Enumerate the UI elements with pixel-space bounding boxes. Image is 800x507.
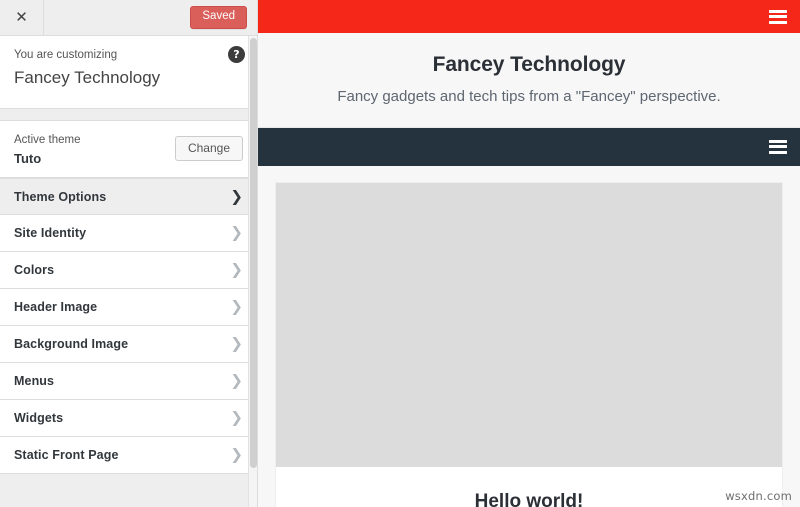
customizer-panel-list: Theme Options ❯ Site Identity ❯ Colors ❯… <box>0 178 257 474</box>
post-entry: Hello world! <box>276 467 782 507</box>
sidebar-item-site-identity[interactable]: Site Identity ❯ <box>0 215 257 252</box>
close-icon: ✕ <box>15 8 28 26</box>
sidebar-scrollbar-thumb[interactable] <box>250 38 257 468</box>
sidebar-item-menus[interactable]: Menus ❯ <box>0 363 257 400</box>
active-theme-text: Active theme Tuto <box>14 132 175 168</box>
sidebar-item-label: Site Identity <box>14 226 87 240</box>
site-preview: Fancey Technology Fancy gadgets and tech… <box>258 0 800 507</box>
sidebar-scrollbar[interactable] <box>248 36 257 507</box>
change-theme-button[interactable]: Change <box>174 135 243 161</box>
chevron-right-icon: ❯ <box>230 334 243 353</box>
chevron-right-icon: ❯ <box>230 223 243 242</box>
close-customizer-button[interactable]: ✕ <box>0 0 44 35</box>
customizing-info: You are customizing Fancey Technology ? <box>0 36 257 109</box>
sidebar-item-label: Menus <box>14 374 55 388</box>
help-icon[interactable]: ? <box>228 46 245 63</box>
chevron-right-icon: ❯ <box>230 371 243 390</box>
sidebar-item-label: Header Image <box>14 300 98 314</box>
hamburger-menu-icon[interactable] <box>769 9 787 24</box>
preview-nav-bar <box>258 127 800 166</box>
chevron-right-icon: ❯ <box>230 260 243 279</box>
sidebar-item-background-image[interactable]: Background Image ❯ <box>0 326 257 363</box>
hamburger-bar <box>769 20 787 24</box>
preview-content: Hello world! <box>258 165 800 507</box>
preview-site-tagline: Fancy gadgets and tech tips from a "Fanc… <box>337 88 721 106</box>
hamburger-menu-icon[interactable] <box>769 139 787 154</box>
sidebar-item-widgets[interactable]: Widgets ❯ <box>0 400 257 437</box>
sidebar-item-label: Colors <box>14 263 55 277</box>
chevron-right-icon: ❯ <box>230 445 243 464</box>
sidebar-item-label: Static Front Page <box>14 448 119 462</box>
hamburger-bar <box>769 145 787 149</box>
sidebar-spacer <box>0 109 257 120</box>
sidebar-item-colors[interactable]: Colors ❯ <box>0 252 257 289</box>
hamburger-bar <box>769 9 787 13</box>
active-theme-name: Tuto <box>14 151 42 167</box>
featured-image-placeholder <box>276 182 782 467</box>
header-spacer <box>44 0 190 35</box>
customizing-site-title: Fancey Technology <box>14 68 161 88</box>
customizer-screen: ✕ Saved You are customizing Fancey Techn… <box>0 0 800 507</box>
chevron-right-icon: ❯ <box>230 297 243 316</box>
post-card: Hello world! <box>275 181 783 507</box>
active-theme-label: Active theme <box>14 134 81 146</box>
save-button[interactable]: Saved <box>190 6 247 29</box>
sidebar-item-label: Background Image <box>14 337 129 351</box>
customizing-eyebrow: You are customizing <box>14 49 118 61</box>
hamburger-bar <box>769 15 787 18</box>
preview-top-bar <box>258 0 800 33</box>
customizer-sidebar: ✕ Saved You are customizing Fancey Techn… <box>0 0 258 507</box>
chevron-right-icon: ❯ <box>230 408 243 427</box>
sidebar-item-theme-options[interactable]: Theme Options ❯ <box>0 178 257 215</box>
active-theme-section: Active theme Tuto Change <box>0 120 257 178</box>
sidebar-item-label: Theme Options <box>14 189 107 204</box>
hamburger-bar <box>769 150 787 154</box>
sidebar-item-label: Widgets <box>14 411 64 425</box>
customizer-header: ✕ Saved <box>0 0 257 36</box>
chevron-right-icon: ❯ <box>230 187 243 205</box>
sidebar-item-static-front-page[interactable]: Static Front Page ❯ <box>0 437 257 474</box>
post-title[interactable]: Hello world! <box>296 491 762 507</box>
preview-site-title: Fancey Technology <box>432 53 626 76</box>
sidebar-item-header-image[interactable]: Header Image ❯ <box>0 289 257 326</box>
watermark: wsxdn.com <box>725 489 792 503</box>
hamburger-bar <box>769 139 787 143</box>
preview-masthead: Fancey Technology Fancy gadgets and tech… <box>258 33 800 128</box>
